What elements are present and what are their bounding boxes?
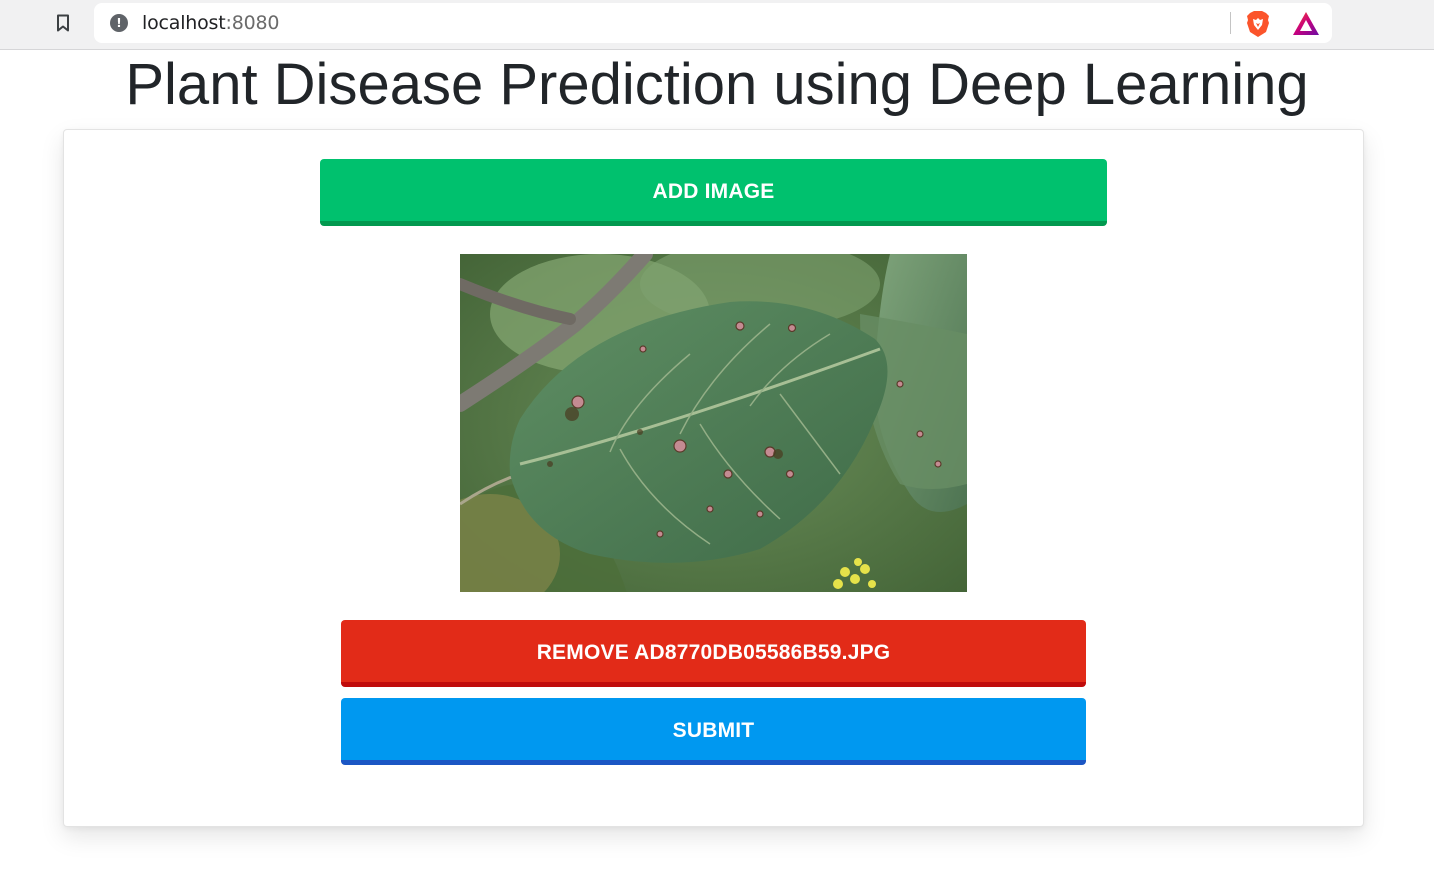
page-title: Plant Disease Prediction using Deep Lear…: [125, 52, 1309, 117]
submit-button[interactable]: SUBMIT: [341, 698, 1086, 765]
address-bar[interactable]: ! localhost:8080: [94, 3, 1332, 43]
add-image-button[interactable]: ADD IMAGE: [320, 159, 1107, 226]
url-text[interactable]: localhost:8080: [142, 12, 279, 34]
image-preview: [460, 254, 967, 592]
remove-image-button[interactable]: REMOVE AD8770DB05586B59.JPG: [341, 620, 1086, 687]
url-host: localhost: [142, 12, 226, 34]
url-port: :8080: [225, 12, 280, 34]
browser-toolbar: ! localhost:8080: [0, 0, 1434, 50]
upload-card: ADD IMAGE REMOVE AD8770DB05586B59.JPG SU…: [63, 129, 1364, 827]
brave-rewards-icon[interactable]: [1292, 11, 1320, 37]
site-info-icon[interactable]: !: [110, 14, 128, 32]
bookmark-icon[interactable]: [52, 11, 74, 35]
brave-shields-icon[interactable]: [1245, 10, 1271, 38]
leaf-photo: [460, 254, 967, 592]
omnibox-divider: [1230, 12, 1231, 34]
